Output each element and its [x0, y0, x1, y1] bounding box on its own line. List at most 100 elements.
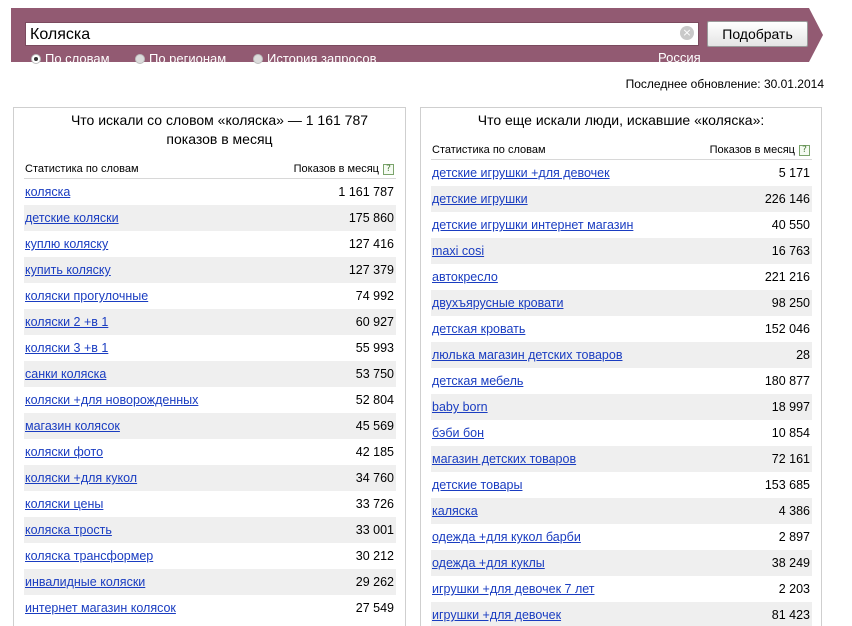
words-panel: Что искали со словом «коляска» — 1 161 7…: [13, 107, 406, 626]
search-bar-arrow: [809, 8, 823, 62]
phrase-link[interactable]: детские игрушки: [432, 192, 528, 206]
impressions-count: 221 216: [764, 270, 810, 284]
phrase-link[interactable]: магазин детских товаров: [432, 452, 576, 466]
phrase-link[interactable]: коляски 2 +в 1: [25, 315, 108, 329]
table-row: коляски +для кукол 34 760: [24, 465, 396, 491]
table-row: автокресло 221 216: [431, 264, 812, 290]
impressions-count: 180 877: [764, 374, 810, 388]
table-row: куплю коляску 127 416: [24, 231, 396, 257]
table-row: детские игрушки интернет магазин 40 550: [431, 212, 812, 238]
table-row: игрушки +для девочек 7 лет 2 203: [431, 576, 812, 602]
phrase-link[interactable]: автокресло: [432, 270, 498, 284]
impressions-count: 175 860: [348, 211, 394, 225]
last-updated: Последнее обновление: 30.01.2014: [625, 77, 824, 91]
table-row: коляски 3 +в 1 55 993: [24, 335, 396, 361]
table-row: двухъярусные кровати 98 250: [431, 290, 812, 316]
table-row: коляски 2 +в 1 60 927: [24, 309, 396, 335]
impressions-count: 98 250: [771, 296, 810, 310]
radio-label: История запросов: [267, 51, 377, 66]
table-row: детские товары 153 685: [431, 472, 812, 498]
table-row: каляска 4 386: [431, 498, 812, 524]
table-row: инвалидные коляски 29 262: [24, 569, 396, 595]
phrase-link[interactable]: одежда +для кукол барби: [432, 530, 581, 544]
phrase-link[interactable]: интернет магазин колясок: [25, 601, 176, 615]
search-input[interactable]: [25, 22, 699, 46]
phrase-link[interactable]: одежда +для куклы: [432, 556, 545, 570]
table-header: Статистика по словам Показов в месяц ?: [24, 161, 396, 179]
table-row: детские игрушки +для девочек 5 171: [431, 160, 812, 186]
impressions-count: 1 161 787: [338, 185, 394, 199]
phrase-link[interactable]: коляска трость: [25, 523, 112, 537]
impressions-count: 40 550: [771, 218, 810, 232]
phrase-link[interactable]: двухъярусные кровати: [432, 296, 563, 310]
phrase-link[interactable]: магазин колясок: [25, 419, 120, 433]
phrase-link[interactable]: maxi cosi: [432, 244, 484, 258]
impressions-count: 38 249: [771, 556, 810, 570]
phrase-link[interactable]: baby born: [432, 400, 488, 414]
phrase-link[interactable]: коляска трансформер: [25, 549, 153, 563]
phrase-link[interactable]: коляски 3 +в 1: [25, 341, 108, 355]
phrase-link[interactable]: люлька магазин детских товаров: [432, 348, 622, 362]
radio-unselected-icon: [135, 54, 145, 64]
impressions-count: 28: [796, 348, 810, 362]
phrase-link[interactable]: детские игрушки интернет магазин: [432, 218, 633, 232]
table-row: коляски прогулочные 74 992: [24, 283, 396, 309]
table-row: коляски фото 42 185: [24, 439, 396, 465]
table-row: интернет магазин колясок 27 549: [24, 595, 396, 621]
phrase-link[interactable]: коляски +для новорожденных: [25, 393, 198, 407]
phrase-link[interactable]: детские товары: [432, 478, 522, 492]
phrase-link[interactable]: инвалидные коляски: [25, 575, 145, 589]
impressions-count: 27 549: [355, 601, 394, 615]
related-panel: Что еще искали люди, искавшие «коляска»:…: [420, 107, 822, 626]
region-link[interactable]: Россия: [658, 50, 701, 65]
panel-title: Что еще искали люди, искавшие «коляска»:: [477, 112, 765, 128]
phrase-link[interactable]: куплю коляску: [25, 237, 108, 251]
phrase-link[interactable]: игрушки +для девочек: [432, 608, 561, 622]
table-row: купить коляску 127 379: [24, 257, 396, 283]
impressions-count: 152 046: [764, 322, 810, 336]
impressions-count: 2 203: [778, 582, 810, 596]
table-row: игрушки +для девочек 81 423: [431, 602, 812, 626]
table-row: детские игрушки 226 146: [431, 186, 812, 212]
phrase-link[interactable]: коляски цены: [25, 497, 103, 511]
clear-icon[interactable]: ×: [680, 26, 694, 40]
phrase-link[interactable]: игрушки +для девочек 7 лет: [432, 582, 595, 596]
radio-unselected-icon: [253, 54, 263, 64]
radio-label: По словам: [45, 51, 110, 66]
table-row: maxi cosi 16 763: [431, 238, 812, 264]
phrase-link[interactable]: коляски прогулочные: [25, 289, 148, 303]
table-row: санки коляска 53 750: [24, 361, 396, 387]
phrase-link[interactable]: коляски фото: [25, 445, 103, 459]
impressions-count: 45 569: [355, 419, 394, 433]
phrase-link[interactable]: бэби бон: [432, 426, 484, 440]
radio-label: По регионам: [149, 51, 227, 66]
phrase-link[interactable]: детская кровать: [432, 322, 525, 336]
phrase-link[interactable]: санки коляска: [25, 367, 106, 381]
impressions-count: 18 997: [771, 400, 810, 414]
table-row: коляска трость 33 001: [24, 517, 396, 543]
table-row: люлька магазин детских товаров 28: [431, 342, 812, 368]
table-row: детская мебель 180 877: [431, 368, 812, 394]
impressions-count: 30 212: [355, 549, 394, 563]
search-bar: × Подобрать По словам По регионам Истори…: [11, 8, 809, 66]
panel-title: Что искали со словом «коляска» — 1 161 7…: [70, 112, 369, 147]
phrase-link[interactable]: купить коляску: [25, 263, 111, 277]
phrase-link[interactable]: детская мебель: [432, 374, 523, 388]
submit-button[interactable]: Подобрать: [707, 21, 808, 47]
impressions-count: 33 001: [355, 523, 394, 537]
help-icon[interactable]: ?: [383, 164, 394, 175]
impressions-count: 4 386: [778, 504, 810, 518]
impressions-count: 10 854: [771, 426, 810, 440]
impressions-count: 127 416: [348, 237, 394, 251]
impressions-count: 16 763: [771, 244, 810, 258]
phrase-link[interactable]: коляски +для кукол: [25, 471, 137, 485]
phrase-link[interactable]: детские игрушки +для девочек: [432, 166, 610, 180]
phrase-link[interactable]: каляска: [432, 504, 478, 518]
phrase-link[interactable]: коляска: [25, 185, 70, 199]
column-header-count: Показов в месяц: [293, 163, 379, 175]
phrase-link[interactable]: детские коляски: [25, 211, 119, 225]
help-icon[interactable]: ?: [799, 145, 810, 156]
table-row: baby born 18 997: [431, 394, 812, 420]
table-row: детские коляски 175 860: [24, 205, 396, 231]
impressions-count: 5 171: [778, 166, 810, 180]
